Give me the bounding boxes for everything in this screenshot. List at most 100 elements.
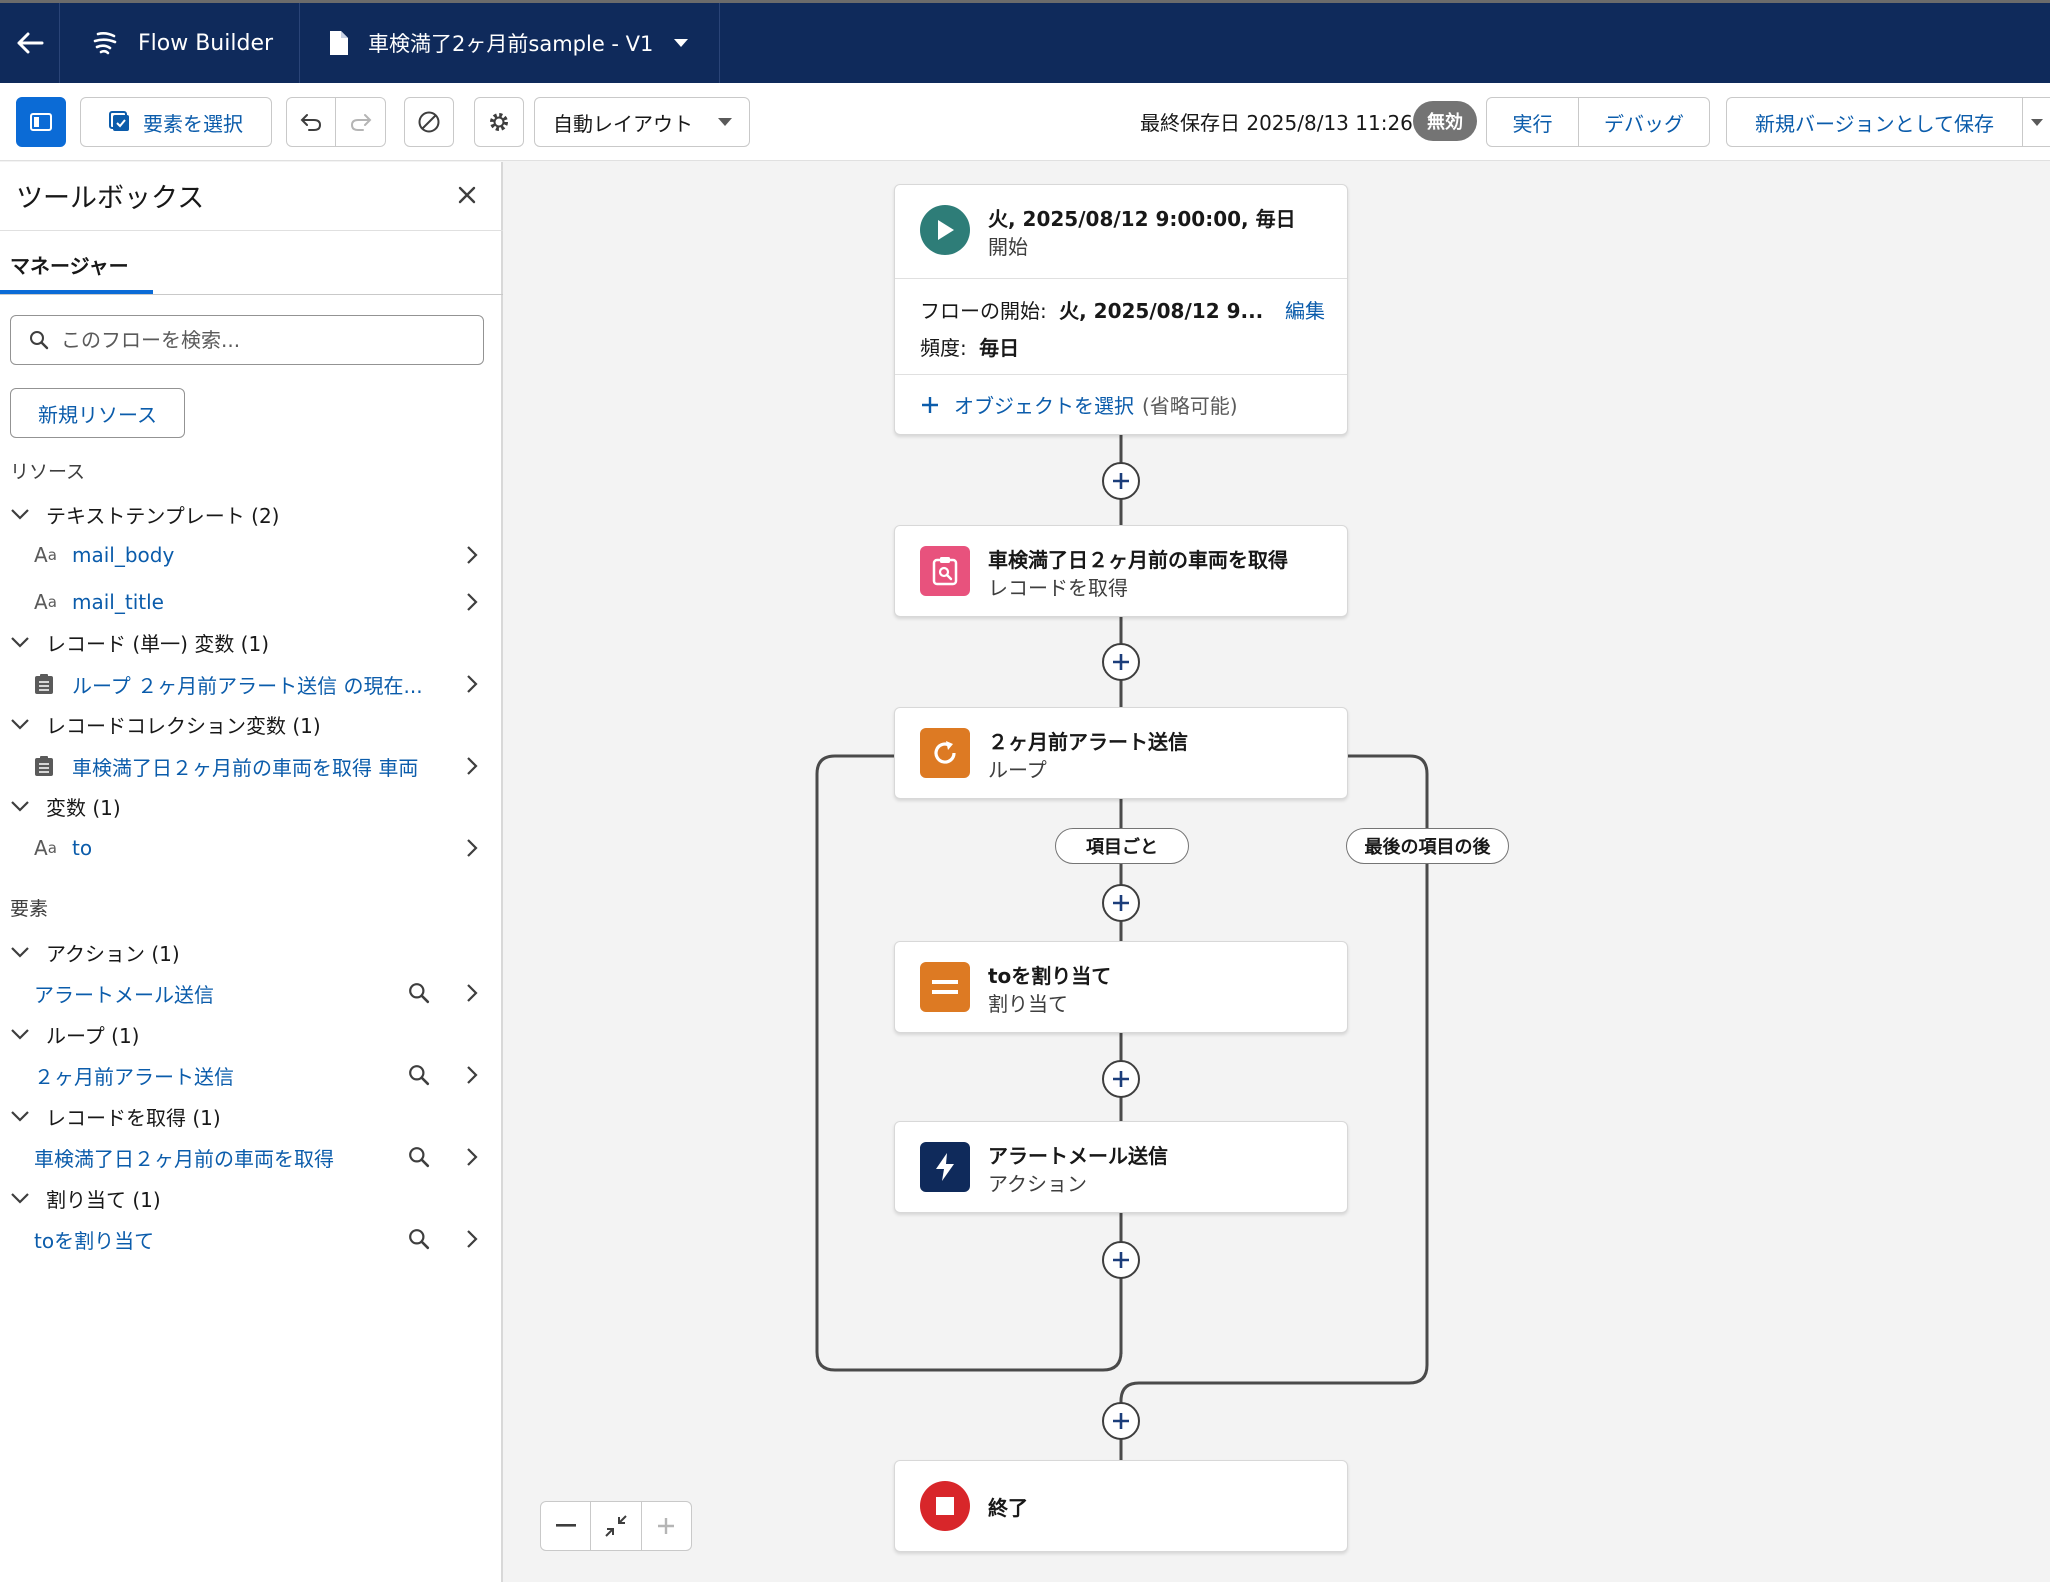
caret-down-icon	[674, 39, 689, 47]
flow-version-menu[interactable]: 車検満了2ヶ月前sample - V1	[300, 3, 721, 83]
flow-logo-icon	[93, 32, 117, 55]
group-label: ループ (1)	[46, 1023, 140, 1048]
chevron-right-icon[interactable]	[466, 545, 478, 565]
save-new-version-button[interactable]: 新規バージョンとして保存	[1727, 98, 2023, 146]
back-button[interactable]	[0, 3, 60, 83]
resource-item-loop-current[interactable]: ループ ２ヶ月前アラート送信 の現在...	[34, 666, 484, 702]
redo-button[interactable]	[336, 98, 385, 146]
add-element-button[interactable]	[1102, 1241, 1140, 1279]
chevron-right-icon[interactable]	[466, 592, 478, 612]
resource-item-label: to	[72, 836, 93, 860]
document-icon	[330, 31, 349, 55]
select-elements-button[interactable]: 要素を選択	[80, 97, 272, 147]
frequency-value: 毎日	[979, 336, 1020, 360]
add-element-button[interactable]	[1102, 884, 1140, 922]
group-assignments[interactable]: 割り当て (1)	[10, 1182, 161, 1214]
divider	[0, 294, 503, 295]
group-variable[interactable]: 変数 (1)	[10, 790, 121, 822]
fit-view-button[interactable]	[591, 1502, 642, 1550]
top-bar: Flow Builder 車検満了2ヶ月前sample - V1	[0, 0, 2050, 83]
undo-icon	[300, 114, 322, 131]
group-get-records[interactable]: レコードを取得 (1)	[10, 1100, 221, 1132]
arrow-left-icon	[17, 32, 43, 54]
action-node[interactable]: アラートメール送信 アクション	[894, 1121, 1348, 1213]
chevron-right-icon[interactable]	[466, 756, 478, 776]
plus-icon	[922, 396, 938, 413]
assignment-node[interactable]: toを割り当て 割り当て	[894, 941, 1348, 1033]
add-element-button[interactable]	[1102, 1060, 1140, 1098]
chevron-right-icon[interactable]	[466, 838, 478, 858]
end-node[interactable]: 終了	[894, 1460, 1348, 1552]
caret-down-icon	[2030, 118, 2043, 126]
after-last-item-label: 最後の項目の後	[1346, 828, 1509, 864]
add-element-button[interactable]	[1102, 643, 1140, 681]
plus-icon	[1113, 473, 1129, 489]
elements-heading: 要素	[10, 898, 49, 920]
search-icon[interactable]	[408, 1064, 430, 1086]
element-item-get-records[interactable]: 車検満了日２ヶ月前の車両を取得	[34, 1139, 484, 1175]
flow-canvas[interactable]: 火, 2025/08/12 9:00:00, 毎日 開始 フローの開始: 火, …	[505, 162, 2050, 1582]
ban-icon	[418, 111, 440, 133]
get-records-icon	[920, 546, 970, 596]
element-item-loop[interactable]: ２ヶ月前アラート送信	[34, 1057, 484, 1093]
search-input[interactable]	[61, 328, 461, 352]
chevron-down-icon	[11, 1193, 29, 1204]
redo-icon	[350, 114, 371, 131]
start-node-title: 火, 2025/08/12 9:00:00, 毎日	[988, 207, 1296, 231]
resource-item-vehicles[interactable]: 車検満了日２ヶ月前の車両を取得 車両	[34, 748, 484, 784]
zoom-in-button[interactable]	[642, 1502, 691, 1550]
search-box	[10, 315, 484, 365]
select-object-link[interactable]: オブジェクトを選択 (省略可能)	[920, 390, 1238, 419]
caret-down-icon	[718, 118, 732, 126]
lightning-icon	[920, 1142, 970, 1192]
resource-item-mail-title[interactable]: Aa mail_title	[34, 584, 484, 620]
zoom-out-button[interactable]	[541, 1502, 592, 1550]
search-icon[interactable]	[408, 982, 430, 1004]
search-icon[interactable]	[408, 1228, 430, 1250]
select-object-label: オブジェクトを選択	[954, 394, 1134, 418]
layout-select[interactable]: 自動レイアウト	[534, 97, 750, 147]
add-element-button[interactable]	[1102, 1402, 1140, 1440]
start-node[interactable]: 火, 2025/08/12 9:00:00, 毎日 開始 フローの開始: 火, …	[894, 184, 1348, 435]
add-element-button[interactable]	[1102, 462, 1140, 500]
group-actions[interactable]: アクション (1)	[10, 936, 180, 968]
resource-item-to[interactable]: Aa to	[34, 830, 484, 866]
group-label: レコード (単一) 変数 (1)	[46, 631, 270, 656]
loop-node[interactable]: ２ヶ月前アラート送信 ループ	[894, 707, 1348, 799]
deactivate-button[interactable]	[404, 97, 454, 147]
toolbox-panel: ツールボックス マネージャー 新規リソース リソース テキストテンプレート (2…	[0, 162, 503, 1582]
toggle-toolbox-button[interactable]	[16, 97, 66, 147]
status-badge: 無効	[1413, 101, 1477, 141]
assignment-title: toを割り当て	[988, 964, 1112, 988]
loop-subtitle: ループ	[988, 758, 1047, 782]
close-toolbox-button[interactable]	[458, 186, 476, 208]
save-menu-button[interactable]	[2023, 98, 2050, 146]
chevron-right-icon[interactable]	[466, 1147, 478, 1167]
run-label: 実行	[1512, 111, 1553, 136]
chevron-right-icon[interactable]	[466, 1065, 478, 1085]
run-button[interactable]: 実行	[1487, 98, 1579, 146]
record-icon	[34, 673, 62, 695]
chevron-down-icon	[11, 509, 29, 520]
element-item-alert-mail[interactable]: アラートメール送信	[34, 975, 484, 1011]
chevron-right-icon[interactable]	[466, 674, 478, 694]
group-record-collection-variable[interactable]: レコードコレクション変数 (1)	[10, 708, 321, 740]
group-label: アクション (1)	[46, 941, 180, 966]
new-resource-button[interactable]: 新規リソース	[10, 388, 185, 438]
tab-manager[interactable]: マネージャー	[10, 250, 129, 279]
debug-button[interactable]: デバッグ	[1579, 98, 1709, 146]
plus-icon	[658, 1518, 675, 1534]
undo-button[interactable]	[287, 98, 337, 146]
get-records-node[interactable]: 車検満了日２ヶ月前の車両を取得 レコードを取得	[894, 525, 1348, 617]
element-item-assignment[interactable]: toを割り当て	[34, 1221, 484, 1257]
group-text-templates[interactable]: テキストテンプレート (2)	[10, 498, 280, 530]
group-loops[interactable]: ループ (1)	[10, 1018, 140, 1050]
settings-button[interactable]	[474, 97, 524, 147]
edit-schedule-link[interactable]: 編集	[1285, 295, 1325, 324]
chevron-right-icon[interactable]	[466, 1229, 478, 1249]
resource-item-mail-body[interactable]: Aa mail_body	[34, 537, 484, 573]
stop-icon	[920, 1481, 970, 1531]
group-record-variable[interactable]: レコード (単一) 変数 (1)	[10, 626, 269, 658]
chevron-right-icon[interactable]	[466, 983, 478, 1003]
search-icon[interactable]	[408, 1146, 430, 1168]
